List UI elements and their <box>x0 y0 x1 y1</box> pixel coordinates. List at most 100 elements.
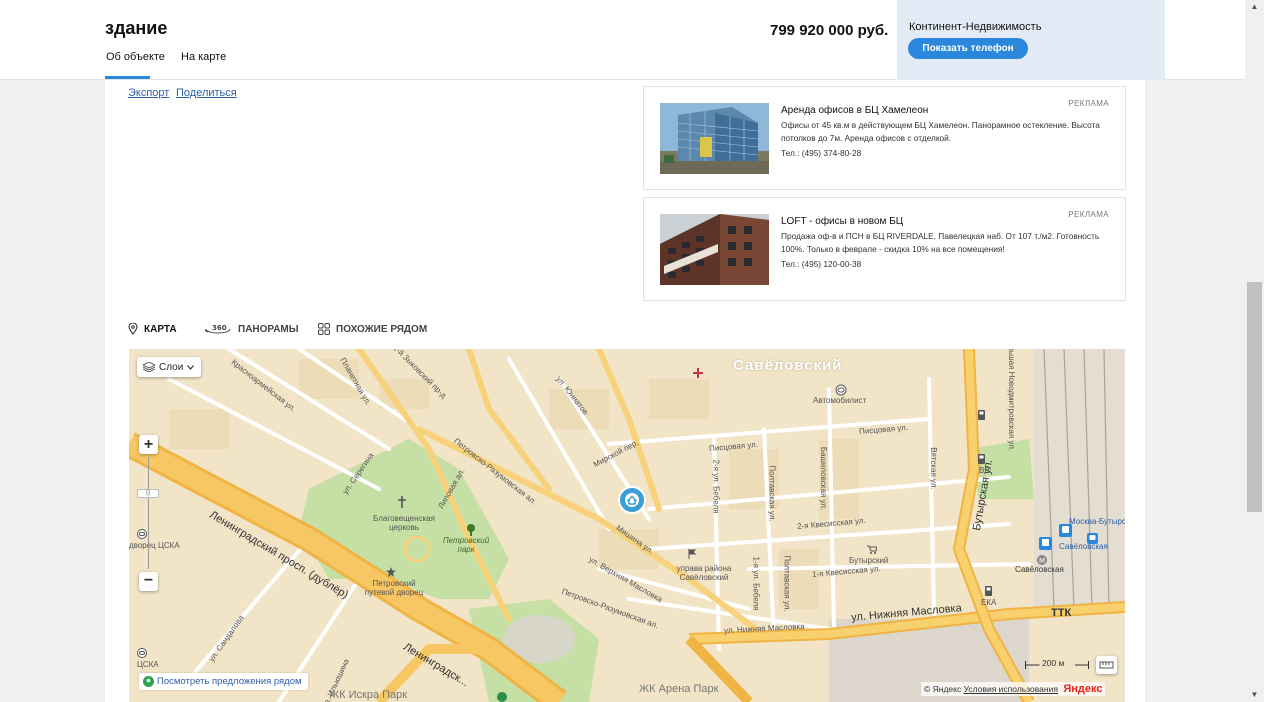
ad-label: РЕКЛАМА <box>1068 99 1109 108</box>
terms-of-use-link[interactable]: Условия использования <box>964 684 1058 694</box>
tab-panoramas-label: ПАНОРАМЫ <box>238 323 299 335</box>
poi-label: Автомобилист <box>813 396 867 405</box>
scroll-up-arrow-icon[interactable]: ▲ <box>1245 0 1264 14</box>
active-tab-indicator <box>105 76 150 79</box>
agent-name[interactable]: Континент-Недвижимость <box>909 21 1041 33</box>
export-link[interactable]: Экспорт <box>128 87 169 99</box>
ad-title[interactable]: LOFT - офисы в новом БЦ <box>781 216 903 227</box>
ad-phone: Тел.: (495) 374-80-28 <box>781 148 862 158</box>
stadium-icon <box>137 648 147 658</box>
district-label: Савёловский <box>733 357 843 374</box>
ad-card[interactable]: РЕКЛАМА Аренда офисов в БЦ Хамелеон Офис… <box>643 86 1126 190</box>
ad-title[interactable]: Аренда офисов в БЦ Хамелеон <box>781 105 928 116</box>
street-label: Большая Новодмитровская ул. <box>1007 349 1017 452</box>
tab-map-label: КАРТА <box>144 323 177 335</box>
layers-button[interactable]: Слои <box>137 357 201 377</box>
road-label-ttk: ТТК <box>1051 607 1072 619</box>
page-scrollbar[interactable]: ▲ ▼ <box>1245 0 1264 702</box>
poi-label: ЦСКА <box>137 660 159 669</box>
street-label: Башиловская ул. <box>819 446 829 511</box>
agent-panel: Континент-Недвижимость Показать телефон <box>897 0 1165 80</box>
station-label: Москва-Бутырская <box>1069 517 1125 526</box>
copyright-text: © Яндекс <box>924 684 962 694</box>
location-pin-icon <box>143 676 154 687</box>
landmark-star-icon <box>386 567 396 577</box>
metro-icon <box>497 692 507 702</box>
fuel-icon <box>978 454 985 464</box>
station-label: Савёловская <box>1015 565 1064 574</box>
poi-label: Бутырский <box>849 556 889 565</box>
yandex-logo[interactable]: Яндекс <box>1063 683 1102 695</box>
price: 799 920 000 руб. <box>770 22 889 39</box>
hospital-icon <box>693 368 703 378</box>
stadium-icon <box>137 529 147 539</box>
ad-image-loft-building[interactable] <box>660 214 769 285</box>
street-label: Полтавская ул. <box>782 555 792 612</box>
map-view[interactable]: Савёловский Автомобилист Писцовая ул. Пи… <box>129 349 1125 702</box>
chevron-down-icon <box>187 364 195 370</box>
zoom-slider-handle[interactable]: ||| <box>137 489 159 498</box>
metro-label: Савёловская <box>1059 542 1108 551</box>
property-location-pin-icon[interactable] <box>617 485 647 515</box>
ad-phone: Тел.: (495) 120-00-38 <box>781 259 862 269</box>
poi-label: ВР <box>979 466 990 475</box>
view-nearby-offers-label: Посмотреть предложения рядом <box>157 676 302 687</box>
grid-icon <box>318 323 330 335</box>
svg-text:360: 360 <box>212 324 227 332</box>
tab-panoramas[interactable]: 360 ПАНОРАМЫ <box>204 321 299 337</box>
metro-icon: M <box>1037 555 1047 565</box>
zoom-in-button[interactable]: + <box>139 435 158 454</box>
ad-text: Офисы от 45 кв.м в действующем БЦ Хамеле… <box>781 120 1100 143</box>
train-station-icon <box>1087 533 1098 544</box>
layers-icon <box>143 362 155 372</box>
ad-label: РЕКЛАМА <box>1068 210 1109 219</box>
poi-label: ЖК Искра Парк <box>329 689 408 701</box>
fuel-icon <box>978 410 985 420</box>
tab-map[interactable]: КАРТА <box>128 321 177 337</box>
poi-label: Благовещенская церковь <box>373 514 435 532</box>
train-station-icon <box>1059 524 1072 537</box>
tab-similar-label: ПОХОЖИЕ РЯДОМ <box>336 323 428 335</box>
poi-label: управа района Савёловский <box>676 564 732 582</box>
street-label: Полтавская ул. <box>767 465 777 522</box>
ruler-button[interactable] <box>1096 656 1117 674</box>
street-label: Вятская ул. <box>928 447 938 490</box>
tree-icon <box>467 524 475 536</box>
share-link[interactable]: Поделиться <box>176 87 237 99</box>
page-title: здание <box>105 18 168 38</box>
train-station-icon <box>1039 537 1052 550</box>
poi-label: ЖК Арена Парк <box>639 683 719 695</box>
stadium-icon <box>835 384 847 396</box>
sticky-header: здание Об объекте На карте 799 920 000 р… <box>0 0 1245 80</box>
content-panel: Экспорт Поделиться РЕКЛАМА Аренда офисов… <box>105 80 1145 702</box>
tab-about-object[interactable]: Об объекте <box>106 51 165 63</box>
svg-text:M: M <box>1039 557 1045 565</box>
street-label: 1-я ул. Бебеля <box>751 556 761 611</box>
poi-label: Петровский путевой дворец <box>364 579 424 597</box>
map-attribution: © Яндекс Условия использования Яндекс <box>921 682 1106 696</box>
scrollbar-thumb[interactable] <box>1247 282 1262 512</box>
layers-label: Слои <box>159 361 184 373</box>
fuel-icon <box>985 586 992 596</box>
poi-label: дворец ЦСКА <box>129 541 180 550</box>
church-icon <box>398 496 406 508</box>
scroll-down-arrow-icon[interactable]: ▼ <box>1245 688 1264 702</box>
map-pin-icon <box>128 323 138 335</box>
zoom-slider-track[interactable] <box>148 457 149 569</box>
view-nearby-offers-button[interactable]: Посмотреть предложения рядом <box>139 673 308 690</box>
show-phone-button[interactable]: Показать телефон <box>908 38 1028 59</box>
ad-card[interactable]: РЕКЛАМА LOFT - офисы в новом БЦ Продажа … <box>643 197 1126 301</box>
scale-label: 200 м <box>1042 658 1065 668</box>
street-label: 2-я ул. Бебеля <box>711 459 721 514</box>
ad-image-office-building[interactable] <box>660 103 769 174</box>
ruler-icon <box>1099 661 1114 669</box>
panorama-360-icon: 360 <box>204 324 231 334</box>
zoom-out-button[interactable]: − <box>139 572 158 591</box>
ad-text: Продажа оф-в и ПСН в БЦ RIVERDALE, Павел… <box>781 231 1100 254</box>
park-label: Петровский парк <box>442 536 490 554</box>
tab-on-map[interactable]: На карте <box>181 51 226 63</box>
shopping-cart-icon <box>867 545 877 554</box>
flag-icon <box>688 549 697 559</box>
tab-similar-nearby[interactable]: ПОХОЖИЕ РЯДОМ <box>318 321 427 337</box>
poi-label: ЕКА <box>981 598 997 607</box>
